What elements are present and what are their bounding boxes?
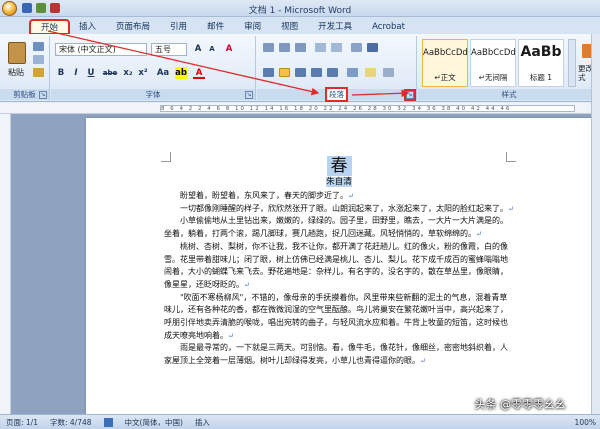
- style-heading-1[interactable]: AaBb 标题 1: [518, 39, 564, 87]
- multilevel-list-icon[interactable]: [295, 43, 306, 52]
- bullets-icon[interactable]: [263, 43, 274, 52]
- clipboard-dialog-launcher[interactable]: ↘: [39, 91, 47, 99]
- document-body[interactable]: 春 朱自清 盼望着，盼望着，东风来了，春天的脚步近了。↵ 一切都像刚睡醒的样子，…: [164, 156, 514, 368]
- status-bar: 页面: 1/1 字数: 4/748 中文(简体，中国) 插入 100%: [0, 414, 600, 429]
- style-no-spacing[interactable]: AaBbCcDd ↵无间隔: [470, 39, 516, 87]
- style-no-spacing-sample: AaBbCcDd: [471, 48, 516, 58]
- tab-review[interactable]: 审阅: [234, 20, 271, 34]
- paste-icon[interactable]: [8, 42, 26, 64]
- superscript-button[interactable]: x²: [137, 67, 149, 79]
- zoom-level[interactable]: 100%: [575, 418, 596, 427]
- tab-view[interactable]: 视图: [271, 20, 308, 34]
- style-normal[interactable]: AaBbCcDd ↵正文: [422, 39, 468, 87]
- tab-developer[interactable]: 开发工具: [308, 20, 362, 34]
- font-dialog-launcher[interactable]: ↘: [245, 91, 253, 99]
- distributed-icon[interactable]: [327, 68, 338, 77]
- paragraph-group: 段落 ↘: [257, 36, 417, 102]
- shading-icon[interactable]: [365, 68, 376, 77]
- paragraph-group-label: 段落: [257, 87, 416, 102]
- font-size-select[interactable]: 五号: [151, 43, 187, 56]
- status-language[interactable]: 中文(简体，中国): [125, 417, 183, 428]
- decrease-indent-icon[interactable]: [315, 43, 326, 52]
- paragraph-1: 盼望着，盼望着，东风来了，春天的脚步近了。↵: [180, 191, 354, 200]
- style-no-spacing-name: ↵无间隔: [478, 73, 508, 82]
- style-normal-sample: AaBbCcDd: [423, 48, 468, 58]
- numbering-icon[interactable]: [279, 43, 290, 52]
- cut-icon[interactable]: [33, 42, 44, 51]
- paragraph-2: 一切都像刚睡醒的样子，欣欣然张开了眼。山朗润起来了，水涨起来了，太阳的脸红起来了…: [180, 203, 514, 213]
- styles-group-label: 样式: [418, 89, 600, 100]
- underline-button[interactable]: U: [85, 67, 97, 79]
- document-title-text: 春: [326, 156, 352, 176]
- document-page[interactable]: 春 朱自清 盼望着，盼望着，东风来了，春天的脚步近了。↵ 一切都像刚睡醒的样子，…: [86, 118, 591, 418]
- ribbon-tabs: 开始 插入 页面布局 引用 邮件 审阅 视图 开发工具 Acrobat: [0, 17, 600, 35]
- document-title: 春: [164, 156, 514, 176]
- paragraph-dialog-launcher[interactable]: ↘: [404, 89, 416, 101]
- paragraph-3: 小草偷偷地从土里钻出来，嫩嫩的，绿绿的。园子里，田野里，瞧去，一大片一大片满是的…: [164, 216, 508, 239]
- status-mode[interactable]: 插入: [195, 417, 210, 428]
- vertical-ruler[interactable]: [0, 114, 11, 414]
- font-group: 宋体 (中文正文) 五号 A A A B I U abe x₂ x² Aa ab…: [51, 36, 256, 100]
- shrink-font-button[interactable]: A: [206, 43, 218, 55]
- align-right-icon[interactable]: [295, 68, 306, 77]
- style-heading-1-sample: AaBb: [520, 44, 562, 60]
- paragraph-6: 雨是最寻常的，一下就是三两天。可别恼。看，像牛毛，像花针，像细丝，密密地斜织着，…: [164, 343, 508, 366]
- italic-button[interactable]: I: [70, 67, 82, 79]
- font-color-button[interactable]: A: [193, 67, 205, 79]
- sort-icon[interactable]: [351, 43, 362, 52]
- tab-references[interactable]: 引用: [160, 20, 197, 34]
- style-heading-1-name: 标题 1: [529, 73, 553, 82]
- strikethrough-button[interactable]: abe: [101, 67, 119, 79]
- proofing-icon[interactable]: [103, 417, 113, 427]
- paragraph-4: 桃树、杏树、梨树，你不让我，我不让你，都开满了花赶趟儿。红的像火，粉的像霞，白的…: [164, 241, 508, 289]
- grow-font-button[interactable]: A: [192, 43, 204, 55]
- paragraph-5: "吹面不寒杨柳风"，不错的，像母亲的手抚摸着你。风里带来些新翻的泥土的气息，混着…: [164, 292, 508, 340]
- font-name-select[interactable]: 宋体 (中文正文): [55, 43, 147, 56]
- horizontal-ruler[interactable]: 8 6 4 2 2 4 6 8 10 12 14 16 18 20 22 24 …: [0, 103, 600, 114]
- justify-icon[interactable]: [311, 68, 322, 77]
- borders-icon[interactable]: [383, 68, 394, 77]
- title-bar: 文档 1 - Microsoft Word: [0, 0, 600, 17]
- ruler-scale: 8 6 4 2 2 4 6 8 10 12 14 16 18 20 22 24 …: [160, 105, 575, 112]
- document-author-text: 朱自清: [326, 177, 352, 187]
- tab-mailings[interactable]: 邮件: [197, 20, 234, 34]
- ribbon: 粘贴 剪贴板 ↘ 宋体 (中文正文) 五号 A A A B I U abe x₂…: [0, 34, 600, 102]
- watermark: 头条 @零零零幺幺: [474, 398, 567, 411]
- tab-home[interactable]: 开始: [28, 19, 71, 35]
- change-case-button[interactable]: Aa: [155, 67, 171, 79]
- increase-indent-icon[interactable]: [331, 43, 342, 52]
- document-author: 朱自清: [164, 176, 514, 188]
- paragraph-label-highlight: 段落: [325, 87, 348, 102]
- format-painter-icon[interactable]: [33, 68, 44, 77]
- clipboard-group: 粘贴 剪贴板 ↘: [0, 36, 50, 100]
- document-workspace: 春 朱自清 盼望着，盼望着，东风来了，春天的脚步近了。↵ 一切都像刚睡醒的样子，…: [11, 114, 591, 418]
- align-center-icon[interactable]: [279, 68, 290, 77]
- align-left-icon[interactable]: [263, 68, 274, 77]
- vertical-scrollbar[interactable]: [591, 34, 600, 414]
- show-marks-icon[interactable]: [367, 43, 378, 52]
- copy-icon[interactable]: [33, 55, 44, 64]
- bold-button[interactable]: B: [55, 67, 67, 79]
- clear-format-button[interactable]: A: [223, 43, 235, 55]
- style-normal-name: ↵正文: [434, 73, 456, 82]
- status-words[interactable]: 字数: 4/748: [50, 417, 92, 428]
- tab-acrobat[interactable]: Acrobat: [362, 20, 415, 34]
- line-spacing-icon[interactable]: [347, 68, 358, 77]
- styles-group: AaBbCcDd ↵正文 AaBbCcDd ↵无间隔 AaBb 标题 1 更改样…: [418, 36, 600, 100]
- tab-insert[interactable]: 插入: [69, 20, 106, 34]
- window-title: 文档 1 - Microsoft Word: [248, 6, 352, 16]
- status-page[interactable]: 页面: 1/1: [6, 417, 38, 428]
- subscript-button[interactable]: x₂: [122, 67, 134, 79]
- styles-scroll[interactable]: [568, 39, 576, 87]
- font-group-label: 字体: [51, 89, 255, 100]
- tab-page-layout[interactable]: 页面布局: [106, 20, 160, 34]
- paste-label[interactable]: 粘贴: [8, 67, 24, 78]
- highlight-button[interactable]: ab: [175, 67, 187, 79]
